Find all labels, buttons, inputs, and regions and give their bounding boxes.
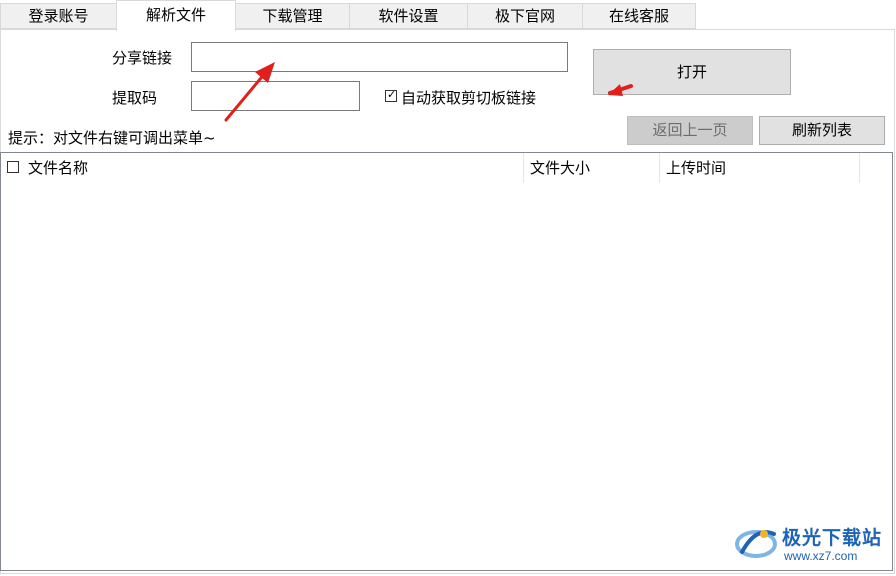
tab-strip: 登录账号 解析文件 下载管理 软件设置 极下官网 在线客服 [0, 0, 896, 31]
tab-official-site[interactable]: 极下官网 [467, 3, 583, 29]
extract-code-label: 提取码 [112, 89, 158, 107]
select-all-checkbox[interactable] [7, 161, 19, 173]
back-button[interactable]: 返回上一页 [627, 116, 753, 145]
extract-code-input[interactable] [191, 81, 360, 111]
app-window: 登录账号 解析文件 下载管理 软件设置 极下官网 在线客服 分享链接 提取码 ✓… [0, 0, 896, 576]
tab-login-account[interactable]: 登录账号 [0, 3, 117, 29]
hint-text: 提示：对文件右键可调出菜单~ [8, 129, 216, 147]
column-header-file-size[interactable]: 文件大小 [524, 153, 660, 183]
auto-clipboard-label[interactable]: 自动获取剪切板链接 [401, 87, 536, 108]
auto-clipboard-checkbox[interactable]: ✓ [385, 88, 397, 102]
checkmark-icon: ✓ [387, 88, 397, 101]
tab-online-support[interactable]: 在线客服 [582, 3, 696, 29]
tab-software-settings[interactable]: 软件设置 [349, 3, 468, 29]
share-link-input[interactable] [191, 42, 568, 72]
file-list-header: 文件名称 文件大小 上传时间 [1, 153, 892, 183]
watermark-logo: 极光下载站 www.xz7.com [734, 520, 894, 570]
share-link-label: 分享链接 [112, 49, 173, 67]
watermark-title: 极光下载站 [782, 527, 883, 549]
open-button[interactable]: 打开 [593, 49, 791, 95]
swirl-logo-icon [735, 530, 777, 558]
column-header-file-name[interactable]: 文件名称 [22, 153, 524, 183]
file-list[interactable]: 文件名称 文件大小 上传时间 [0, 152, 893, 571]
tab-parse-file[interactable]: 解析文件 [116, 0, 236, 31]
tab-download-manager[interactable]: 下载管理 [235, 3, 350, 29]
watermark-url: www.xz7.com [784, 549, 858, 563]
refresh-list-button[interactable]: 刷新列表 [759, 116, 885, 145]
column-header-upload-time[interactable]: 上传时间 [660, 153, 860, 183]
